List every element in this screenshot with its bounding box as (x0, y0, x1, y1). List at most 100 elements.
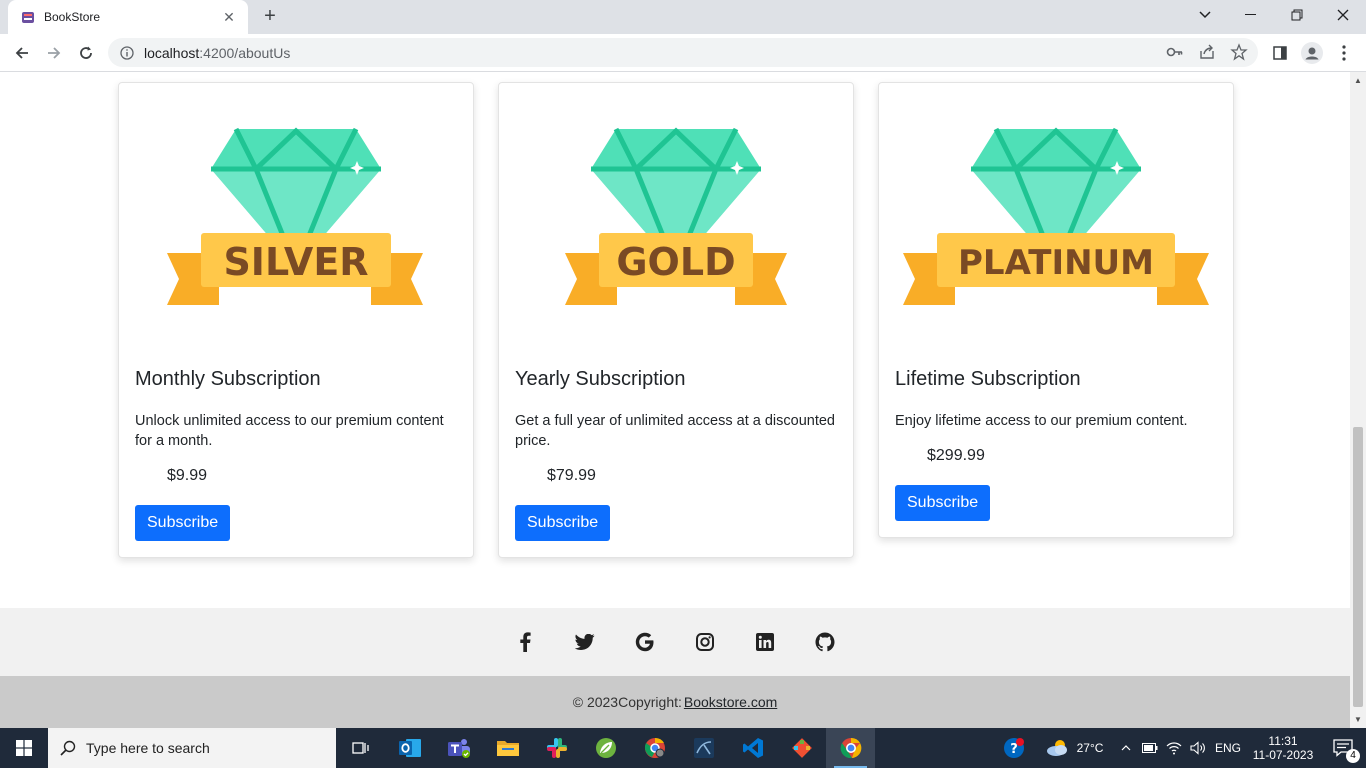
scroll-up-icon[interactable]: ▲ (1354, 76, 1362, 85)
speaker-icon (1190, 741, 1205, 755)
reload-button[interactable] (72, 39, 100, 67)
instagram-icon[interactable] (675, 622, 735, 662)
plan-card-silver: SILVER Monthly Subscription Unlock unlim… (118, 82, 474, 558)
badge-label: PLATINUM (958, 243, 1154, 283)
clock-time: 11:31 (1268, 734, 1298, 748)
browser-tab-bar: BookStore ✕ + (0, 0, 1366, 34)
notification-count-badge: 4 (1346, 749, 1360, 763)
windows-taskbar: Type here to search ? 27°C ENG 11:31 11-… (0, 728, 1366, 768)
vscode-icon (742, 738, 763, 758)
minimize-icon (1245, 14, 1256, 15)
share-icon[interactable] (1198, 43, 1216, 61)
start-button[interactable] (0, 728, 48, 768)
copyright-text: © 2023Copyright: (572, 694, 682, 710)
back-button[interactable] (8, 39, 36, 67)
twitter-icon[interactable] (555, 622, 615, 662)
plan-description: Unlock unlimited access to our premium c… (135, 413, 444, 449)
show-hidden-icons-button[interactable] (1114, 745, 1138, 751)
diamond-badge-icon: SILVER (167, 127, 423, 305)
taskbar-search[interactable]: Type here to search (48, 728, 336, 768)
close-tab-icon[interactable]: ✕ (220, 9, 238, 26)
diamond-badge-icon: PLATINUM (903, 127, 1209, 305)
restore-button[interactable] (1274, 0, 1320, 30)
plan-description: Enjoy lifetime access to our premium con… (895, 413, 1188, 429)
info-icon[interactable] (120, 45, 134, 60)
platinum-badge-image: PLATINUM (879, 83, 1235, 368)
gold-badge-image: GOLD (499, 83, 855, 368)
input-language[interactable]: ENG (1210, 741, 1246, 755)
subscribe-button[interactable]: Subscribe (895, 485, 991, 521)
key-icon[interactable] (1166, 43, 1184, 61)
taskbar-chrome[interactable] (826, 728, 875, 768)
git-icon (791, 738, 812, 758)
plan-price: $9.99 (167, 467, 208, 484)
svg-text:?: ? (1010, 742, 1018, 757)
clock[interactable]: 11:31 11-07-2023 (1246, 734, 1320, 762)
teams-icon (447, 739, 470, 758)
minimize-button[interactable] (1228, 0, 1274, 30)
new-tab-button[interactable]: + (258, 5, 282, 29)
close-window-button[interactable] (1320, 0, 1366, 30)
weather-cloud-icon (1046, 740, 1067, 756)
battery-icon (1142, 743, 1158, 753)
volume-button[interactable] (1186, 741, 1210, 755)
diamond-badge-icon: GOLD (565, 127, 787, 305)
plan-card-gold: GOLD Yearly Subscription Get a full year… (498, 82, 854, 558)
taskbar-spring-tool[interactable] (581, 728, 630, 768)
mysql-workbench-icon (693, 738, 714, 758)
taskbar-vscode[interactable] (728, 728, 777, 768)
google-icon[interactable] (615, 622, 675, 662)
battery-button[interactable] (1138, 743, 1162, 753)
kebab-menu-icon (1342, 45, 1346, 61)
address-bar[interactable]: localhost:4200/aboutUs (108, 38, 1258, 67)
silver-badge-image: SILVER (119, 83, 475, 368)
url-text: localhost:4200/aboutUs (144, 44, 291, 61)
folder-icon (496, 741, 519, 756)
weather-widget[interactable]: 27°C (1034, 738, 1114, 758)
browser-tab[interactable]: BookStore ✕ (8, 0, 248, 34)
taskbar-mysql-workbench[interactable] (679, 728, 728, 768)
arrow-right-icon (48, 47, 61, 59)
plan-title: Lifetime Subscription (895, 368, 1081, 390)
forward-button[interactable] (40, 39, 68, 67)
help-icon: ? (1004, 738, 1024, 758)
task-view-icon (351, 742, 369, 754)
taskbar-slack[interactable] (532, 728, 581, 768)
taskbar-chrome-profile[interactable] (630, 728, 679, 768)
subscribe-button[interactable]: Subscribe (135, 505, 231, 541)
bookmark-star-icon[interactable] (1230, 43, 1248, 61)
plan-title: Monthly Subscription (135, 368, 321, 390)
plan-description: Get a full year of unlimited access at a… (515, 413, 835, 449)
taskbar-outlook[interactable] (385, 728, 434, 768)
page-scrollbar[interactable]: ▲ ▼ (1350, 72, 1366, 728)
browser-toolbar: localhost:4200/aboutUs (0, 34, 1366, 72)
page-viewport: SILVER Monthly Subscription Unlock unlim… (0, 72, 1350, 728)
plan-price: $79.99 (547, 467, 596, 484)
scroll-down-icon[interactable]: ▼ (1354, 715, 1362, 724)
badge-label: SILVER (223, 240, 368, 284)
linkedin-icon[interactable] (735, 622, 795, 662)
taskbar-teams[interactable] (434, 728, 483, 768)
spring-leaf-icon (595, 738, 616, 758)
chrome-icon (840, 737, 861, 759)
chevron-down-icon (1199, 11, 1211, 19)
bookstore-link[interactable]: Bookstore.com (684, 694, 777, 710)
taskbar-file-explorer[interactable] (483, 728, 532, 768)
help-tray-button[interactable]: ? (994, 737, 1034, 759)
taskbar-git-gui[interactable] (777, 728, 826, 768)
github-icon[interactable] (795, 622, 855, 662)
tab-search-button[interactable] (1182, 0, 1228, 30)
facebook-icon[interactable] (495, 622, 555, 662)
social-links (0, 608, 1350, 676)
arrow-left-icon (15, 47, 28, 59)
wifi-button[interactable] (1162, 741, 1186, 755)
profile-avatar-icon (1301, 42, 1323, 64)
profile-button[interactable] (1298, 39, 1326, 67)
browser-menu-button[interactable] (1330, 39, 1358, 67)
notifications-button[interactable]: 4 (1320, 739, 1366, 763)
task-view-button[interactable] (336, 728, 385, 768)
subscribe-button[interactable]: Subscribe (515, 505, 611, 541)
reload-icon (80, 46, 92, 59)
side-panel-button[interactable] (1266, 39, 1294, 67)
scroll-thumb[interactable] (1353, 427, 1363, 707)
